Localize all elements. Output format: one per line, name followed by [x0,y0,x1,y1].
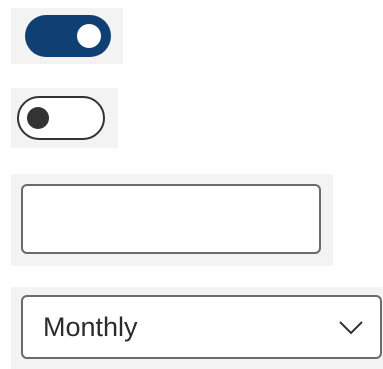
toggle-knob [77,24,101,48]
toggle-switch-on[interactable] [25,15,111,57]
toggle-knob [27,107,49,129]
toggle-on-panel [11,8,123,64]
chevron-down-icon [339,321,363,335]
toggle-off-panel [11,88,118,148]
select-value: Monthly [43,312,138,342]
toggle-switch-off[interactable] [17,96,105,140]
frequency-select[interactable]: Monthly [21,295,382,359]
select-panel: Monthly [11,287,383,369]
text-input-panel [11,174,333,266]
text-input[interactable] [21,184,321,254]
